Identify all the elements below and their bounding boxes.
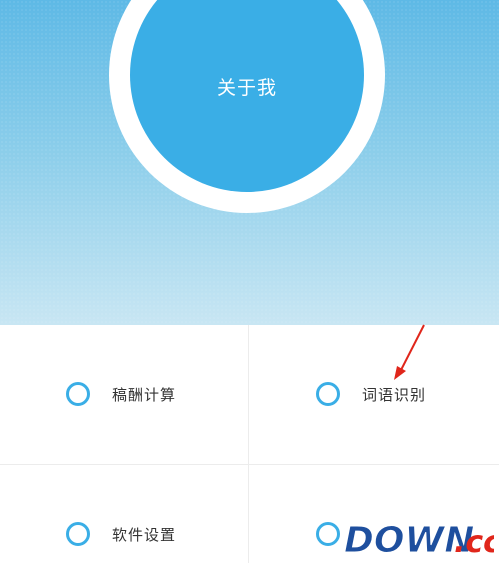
menu-item-label: 软件设置 <box>112 525 177 544</box>
about-me-button[interactable]: 关于我 <box>130 0 364 192</box>
watermark-suffix: .cc <box>454 525 494 559</box>
circle-icon <box>316 522 340 546</box>
circle-icon <box>66 382 90 406</box>
menu-item-word-recognition[interactable]: 词语识别 <box>316 382 426 406</box>
menu-item-software-settings[interactable]: 软件设置 <box>66 522 176 546</box>
watermark-logo: DOWN .cc <box>342 518 494 559</box>
menu-item-royalty-calculation[interactable]: 稿酬计算 <box>66 382 176 406</box>
menu-item-label: 稿酬计算 <box>112 385 177 404</box>
menu-item-label: 词语识别 <box>362 385 427 404</box>
grid-divider-vertical <box>248 325 249 563</box>
screen: 关于我 稿酬计算 词语识别 软件设置 DOWN .cc <box>0 0 499 563</box>
annotation-arrow-icon <box>394 324 425 380</box>
grid-divider-horizontal <box>0 464 499 465</box>
circle-icon <box>316 382 340 406</box>
about-me-label: 关于我 <box>216 76 277 99</box>
circle-icon <box>66 522 90 546</box>
